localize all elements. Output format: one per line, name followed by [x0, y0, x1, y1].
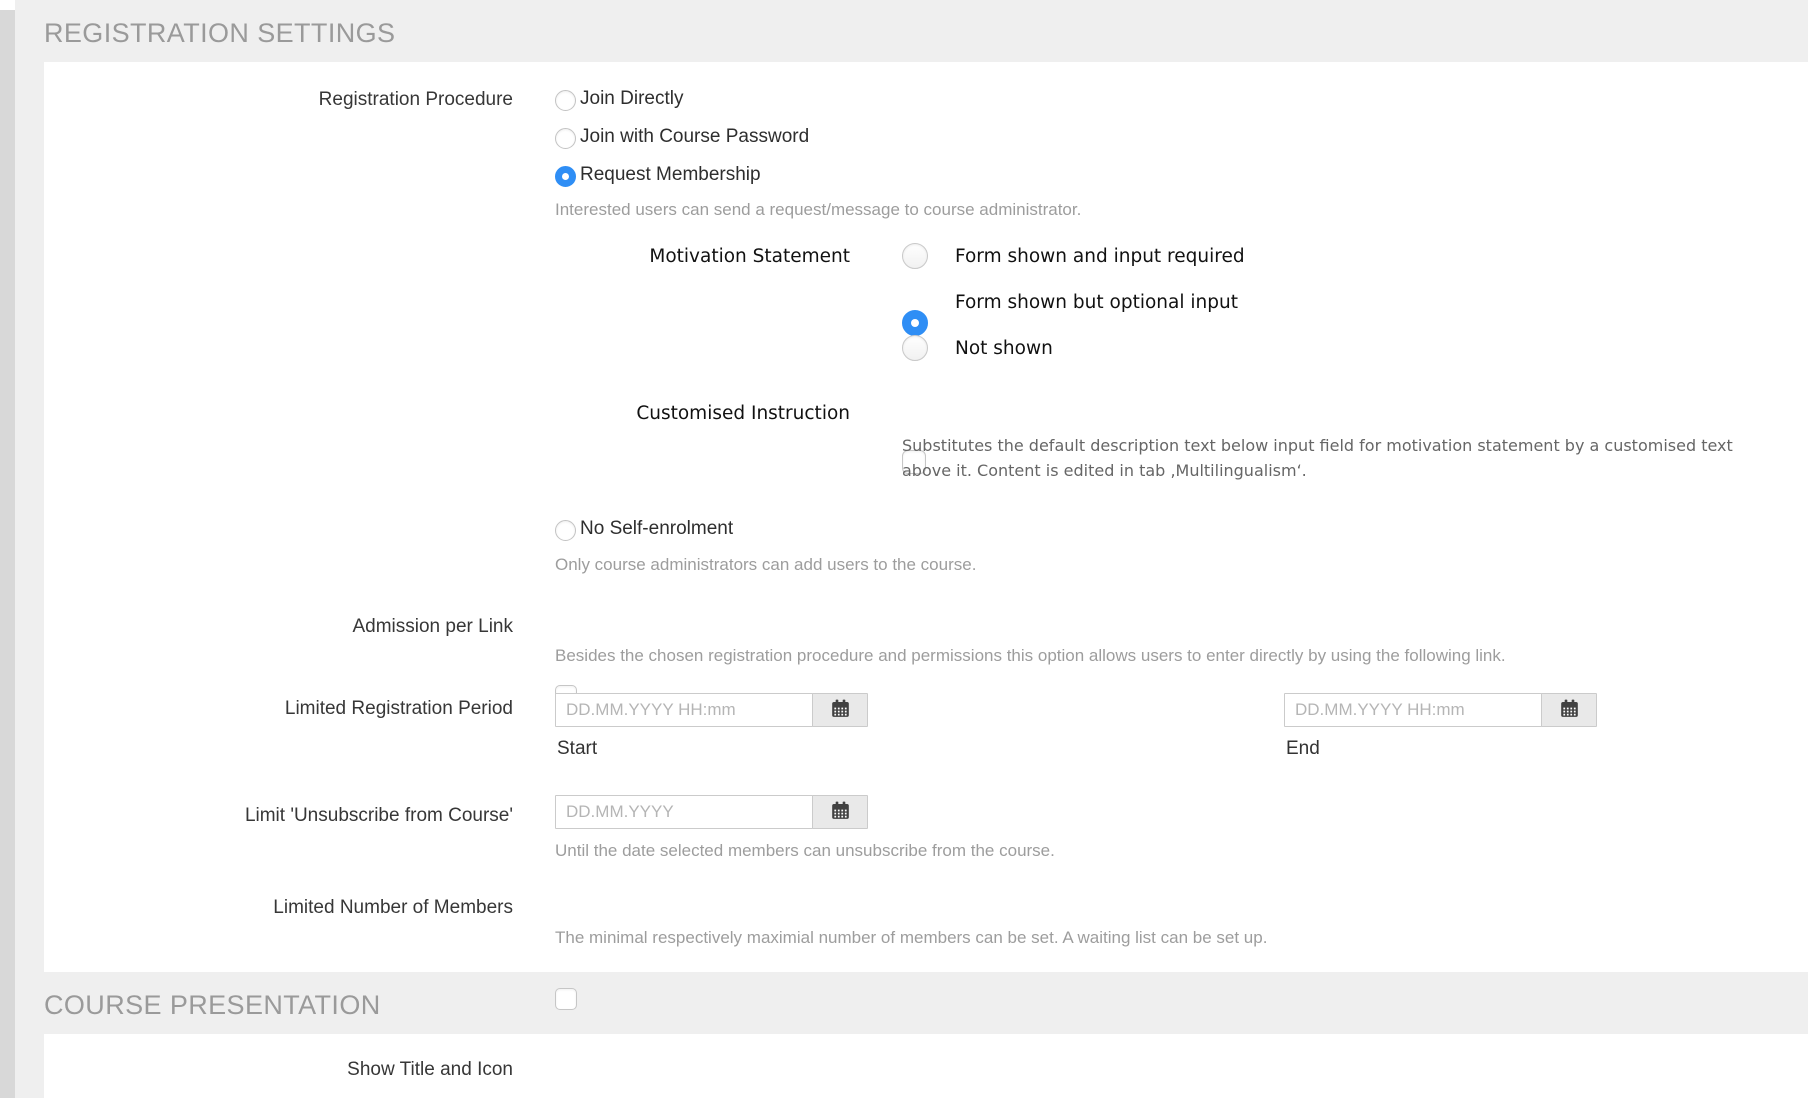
member-limit-description: The minimal respectively maximial number…	[555, 928, 1267, 948]
registration-period-end-input[interactable]	[1284, 693, 1542, 727]
radio-request-membership-label[interactable]: Request Membership	[580, 164, 761, 186]
radio-form-shown-input-required-label[interactable]: Form shown and input required	[955, 246, 1245, 267]
registration-settings-panel	[44, 62, 1808, 972]
member-limit-label: Limited Number of Members	[0, 897, 513, 919]
unsubscribe-limit-date-input[interactable]	[555, 795, 813, 829]
registration-settings-heading: REGISTRATION SETTINGS	[44, 18, 395, 49]
registration-period-start-caption: Start	[557, 738, 597, 760]
motivation-statement-label: Motivation Statement	[0, 246, 850, 267]
radio-form-shown-optional-input[interactable]	[902, 310, 928, 336]
radio-form-shown-input-required[interactable]	[902, 243, 928, 269]
calendar-icon	[830, 698, 851, 722]
radio-join-directly[interactable]	[555, 90, 576, 111]
radio-join-with-course-password-label[interactable]: Join with Course Password	[580, 126, 809, 148]
registration-period-start-input[interactable]	[555, 693, 813, 727]
unsubscribe-limit-calendar-button[interactable]	[812, 795, 868, 829]
calendar-icon	[1559, 698, 1580, 722]
radio-request-membership[interactable]	[555, 166, 576, 187]
registration-procedure-label: Registration Procedure	[0, 89, 513, 111]
unsubscribe-limit-label: Limit 'Unsubscribe from Course'	[0, 805, 513, 827]
unsubscribe-limit-description: Until the date selected members can unsu…	[555, 841, 1055, 861]
no-self-enrolment-description: Only course administrators can add users…	[555, 555, 976, 575]
registration-period-start-calendar-button[interactable]	[812, 693, 868, 727]
radio-no-self-enrolment-label[interactable]: No Self-enrolment	[580, 518, 733, 540]
limited-registration-period-label: Limited Registration Period	[0, 698, 513, 720]
calendar-icon	[830, 800, 851, 824]
radio-not-shown-label[interactable]: Not shown	[955, 338, 1053, 359]
page-left-edge-strip	[0, 10, 15, 1098]
registration-period-end-group	[1284, 693, 1597, 727]
admission-per-link-label: Admission per Link	[0, 616, 513, 638]
radio-join-directly-label[interactable]: Join Directly	[580, 88, 683, 110]
registration-period-start-group	[555, 693, 868, 727]
radio-join-with-course-password[interactable]	[555, 128, 576, 149]
registration-period-end-caption: End	[1286, 738, 1320, 760]
show-title-icon-label: Show Title and Icon	[0, 1059, 513, 1081]
radio-not-shown[interactable]	[902, 335, 928, 361]
unsubscribe-limit-group	[555, 795, 868, 829]
request-membership-description: Interested users can send a request/mess…	[555, 200, 1081, 220]
page-left-margin	[0, 0, 15, 10]
radio-no-self-enrolment[interactable]	[555, 520, 576, 541]
course-presentation-heading: COURSE PRESENTATION	[44, 990, 381, 1021]
radio-form-shown-optional-input-label[interactable]: Form shown but optional input	[955, 292, 1238, 313]
admission-per-link-description: Besides the chosen registration procedur…	[555, 646, 1506, 666]
member-limit-checkbox[interactable]	[555, 988, 577, 1010]
course-settings-page: REGISTRATION SETTINGS Registration Proce…	[0, 0, 1808, 1098]
customised-instruction-label: Customised Instruction	[0, 403, 850, 424]
registration-period-end-calendar-button[interactable]	[1541, 693, 1597, 727]
customised-instruction-description: Substitutes the default description text…	[902, 433, 1782, 483]
